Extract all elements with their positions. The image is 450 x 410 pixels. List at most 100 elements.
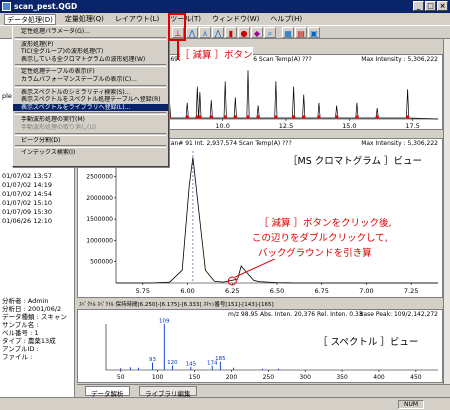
ms-x-tick-label: 6.75 <box>314 287 328 295</box>
menu-item-similarity-search[interactable]: 表示スペクトルのシミラリティ検索(S)... <box>13 89 168 97</box>
tic-x-tick-label: 15.0 <box>342 122 356 130</box>
list-item[interactable]: 01/07/02 13:57 <box>2 172 52 180</box>
integrate-icon[interactable]: ⋀ <box>212 27 224 38</box>
menu-item-register-library[interactable]: 表示スペクトルをライブラリへ登録(L)... <box>13 103 168 112</box>
menu-item-manual-integration[interactable]: 手動波形処理の実行(M) <box>13 116 168 124</box>
ms-x-tick-label: 5.75 <box>136 287 150 295</box>
list-item[interactable]: 01/07/02 14:19 <box>2 181 52 189</box>
list-item[interactable]: 01/07/02 14:54 <box>2 190 52 198</box>
tab-library-edit[interactable]: ライブラリ編集 <box>139 386 197 398</box>
num-lock-indicator: NUM <box>398 400 424 409</box>
menu-help[interactable]: ヘルプ(H) <box>268 14 304 25</box>
spectrum-x-tick-label: 450 <box>410 374 422 381</box>
spectrum-x-tick-label: 350 <box>336 374 348 381</box>
menu-item-peak-split[interactable]: ピーク分割(D) <box>13 137 168 145</box>
ms-x-tick-label: 6.25 <box>225 287 239 295</box>
close-button[interactable]: × <box>437 1 448 11</box>
menu-separator <box>15 112 166 116</box>
info-file: ファイル : <box>2 353 33 361</box>
tic-peak-marker <box>246 115 250 119</box>
tic-peak-marker <box>375 115 379 119</box>
ms-y-tick-label: 1000000 <box>86 237 113 244</box>
menu-item-undo-manual: 手動波形処理の取り消し(U) <box>21 123 97 131</box>
tic-x-tick-label: 10.0 <box>215 122 229 130</box>
menu-item-column-performance[interactable]: カラムパフォーマンステーブルの表示(C)... <box>13 76 168 84</box>
menu-item-tic-integration[interactable]: TIC(全グループ)の波形処理(T) <box>13 48 168 56</box>
spectrum-peak-label: 185 <box>215 356 226 362</box>
annotation-instruction-3: バックグラウンドを引き算 <box>258 245 372 259</box>
ms-x-tick-label: 7.00 <box>359 287 373 295</box>
spectrum-x-tick-label: 400 <box>373 374 385 381</box>
menu-item-register-spectrum-table[interactable]: 表示スペクトルをスペクトル処理テーブルへ登録(R) <box>13 96 168 104</box>
tic-peak-marker <box>198 115 202 119</box>
annotation-instruction-2: この辺りをダブルクリックして, <box>252 230 388 244</box>
annotation-instruction-1: ［ 減算 ］ボタンをクリック後, <box>259 215 392 229</box>
window-icon[interactable]: ▣ <box>308 27 320 38</box>
tic-peak-marker <box>406 115 410 119</box>
menu-data-processing[interactable]: データ処理(D) <box>4 14 56 25</box>
maximize-button[interactable]: □ <box>425 1 436 11</box>
menu-separator <box>15 132 166 136</box>
menu-layout[interactable]: レイアウト(L) <box>113 14 161 25</box>
menu-item-qual-table[interactable]: 定性処理テーブルの表示(F) <box>13 68 168 76</box>
tic-peak-marker <box>274 115 278 119</box>
status-bar: NUM <box>0 397 450 410</box>
grid-icon[interactable]: ▤ <box>295 27 307 38</box>
record-icon[interactable]: ● <box>238 27 250 38</box>
highlight-box <box>168 13 186 41</box>
tic-peak-marker <box>335 115 339 119</box>
chrom-icon[interactable]: ⋀ <box>186 27 198 38</box>
menu-item-index-search[interactable]: インデックス検索(I) <box>13 149 168 157</box>
window-title: scan_pest.QGD <box>14 2 78 11</box>
spectrum-peak-label: 109 <box>159 319 170 325</box>
tab-bar: データ解析 ライブラリ編集 <box>77 384 450 398</box>
tic-peak-marker <box>209 115 213 119</box>
tic-x-tick-label: 17.5 <box>405 122 419 130</box>
annotation-ms-view: ［MS クロマトグラム ］ビュー <box>288 153 422 167</box>
menu-window[interactable]: ウィンドウ(W) <box>210 14 261 25</box>
callout-line <box>177 40 179 60</box>
tic-peak-marker <box>256 115 260 119</box>
spectrum-x-tick-label: 250 <box>263 374 275 381</box>
spectrum-x-tick-label: 300 <box>299 374 311 381</box>
annotation-subtract-button: ［ 減算 ］ボタン <box>180 47 253 61</box>
menu-quantitation[interactable]: 定量処理(Q) <box>63 14 106 25</box>
menu-separator <box>15 36 166 40</box>
app-icon <box>2 2 11 11</box>
tab-data-analysis[interactable]: データ解析 <box>85 386 130 398</box>
data-processing-menu: 定性処理パラメータ(G)... 波形処理(P) TIC(全グループ)の波形処理(… <box>12 25 169 167</box>
title-bar: scan_pest.QGD _ □ × <box>0 0 450 13</box>
tic-peak-marker <box>233 115 237 119</box>
library-icon[interactable]: ◆ <box>251 27 263 38</box>
peak-icon[interactable]: ⋏ <box>199 27 211 38</box>
minimize-button[interactable]: _ <box>413 1 424 11</box>
list-item[interactable]: 01/07/02 15:10 <box>2 199 52 207</box>
spectrum-x-tick-label: 200 <box>226 374 238 381</box>
menu-item-all-chrom-integration[interactable]: 表示している全クロマトグラムの波形処理(W) <box>13 56 168 64</box>
list-item[interactable]: 01/06/26 12:10 <box>2 217 52 225</box>
table-icon[interactable]: ▦ <box>282 27 294 38</box>
menu-item-peak-integration[interactable]: 波形処理(P) <box>13 41 168 49</box>
tic-peak-marker <box>292 115 296 119</box>
menu-separator <box>15 64 166 68</box>
vertical-scrollbar[interactable] <box>443 39 450 384</box>
search-icon[interactable]: ⌕ <box>264 27 276 38</box>
annotation-spectrum-view: ［ スペクトル ］ビュー <box>318 334 419 348</box>
tic-peak-marker <box>317 115 321 119</box>
tic-peak-marker <box>302 115 306 119</box>
ms-x-tick-label: 6.00 <box>180 287 194 295</box>
ms-y-tick-label: 2000000 <box>86 195 113 202</box>
menu-separator <box>15 84 166 88</box>
ms-x-tick-label: 6.50 <box>270 287 284 295</box>
spectrum-icon[interactable]: ▮ <box>225 27 237 38</box>
ms-y-tick-label: 500000 <box>90 259 113 266</box>
menu-item-qual-params[interactable]: 定性処理パラメータ(G)... <box>13 28 168 36</box>
list-item[interactable]: ple <box>2 92 12 100</box>
spectrum-peak-label: 120 <box>167 360 178 366</box>
spectrum-info-bar: ｽﾍﾟｸﾄﾙ ｽﾍﾟｸﾄﾙ 保持時間[6.250]-[6.175]-[6.333… <box>77 299 443 309</box>
list-item[interactable]: 01/07/09 15:30 <box>2 208 52 216</box>
spectrum-x-tick-label: 150 <box>189 374 201 381</box>
ms-y-tick-label: 2500000 <box>86 174 113 181</box>
ms-x-tick-label: 7.25 <box>404 287 418 295</box>
spectrum-x-tick-label: 50 <box>117 374 125 381</box>
